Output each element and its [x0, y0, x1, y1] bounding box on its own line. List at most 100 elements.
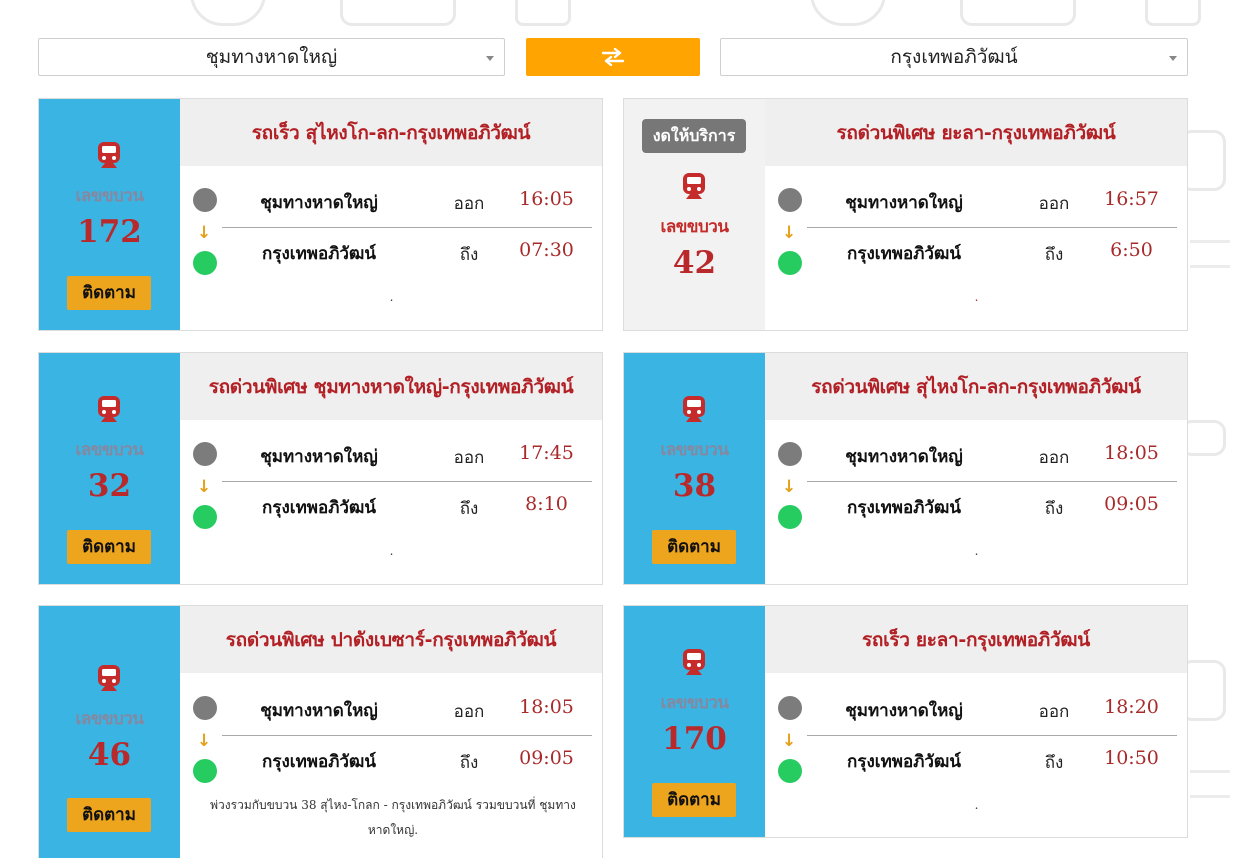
destination-station-select[interactable]: กรุงเทพอภิวัฒน์ [720, 38, 1188, 76]
origin-station: ชุมทางหาดใหญ่ [260, 447, 378, 467]
depart-time: 18:20 [1104, 696, 1159, 718]
arrow-down-icon: ↓ [197, 223, 212, 243]
train-note: . [389, 290, 394, 304]
train-number-panel: เลขขบวน 46 ติดตาม [39, 606, 180, 858]
follow-button[interactable]: ติดตาม [652, 783, 736, 817]
train-title: รถด่วนพิเศษ ปาดังเบซาร์-กรุงเทพอภิวัฒน์ [180, 606, 602, 673]
divider [222, 227, 592, 228]
arrow-down-icon: ↓ [782, 477, 797, 497]
destination-dot-icon [193, 251, 217, 275]
destination-station-value: กรุงเทพอภิวัฒน์ [890, 46, 1018, 68]
destination-station: กรุงเทพอภิวัฒน์ [847, 244, 961, 264]
train-number-panel: เลขขบวน 32 ติดตาม [39, 353, 180, 584]
origin-dot-icon [778, 188, 802, 212]
train-number: 172 [77, 214, 142, 250]
train-number: 42 [672, 245, 717, 281]
depart-label: ออก [453, 448, 485, 468]
origin-dot-icon [193, 188, 217, 212]
swap-stations-button[interactable] [526, 38, 700, 76]
origin-station: ชุมทางหาดใหญ่ [845, 447, 963, 467]
chevron-down-icon [1169, 56, 1177, 61]
depart-label: ออก [453, 194, 485, 214]
arrive-time: 8:10 [525, 493, 568, 515]
depart-label: ออก [453, 702, 485, 722]
arrive-time: 10:50 [1104, 747, 1159, 769]
destination-station: กรุงเทพอภิวัฒน์ [262, 498, 376, 518]
origin-station: ชุมทางหาดใหญ่ [260, 193, 378, 213]
arrive-time: 07:30 [519, 239, 574, 261]
origin-station-select[interactable]: ชุมทางหาดใหญ่ [38, 38, 505, 76]
divider [807, 481, 1177, 482]
depart-label: ออก [1038, 448, 1070, 468]
train-number-panel: เลขขบวน 172 ติดตาม [39, 99, 180, 330]
train-icon [98, 396, 120, 422]
train-card: เลขขบวน 46 ติดตาม รถด่วนพิเศษ ปาดังเบซาร… [38, 605, 603, 858]
train-number-panel: งดให้บริการ เลขขบวน 42 [624, 99, 765, 330]
destination-station: กรุงเทพอภิวัฒน์ [262, 752, 376, 772]
arrive-label: ถึง [1044, 753, 1064, 773]
origin-dot-icon [193, 696, 217, 720]
origin-station-value: ชุมทางหาดใหญ่ [205, 46, 338, 68]
train-card: เลขขบวน 38 ติดตาม รถด่วนพิเศษ สุไหงโก-ลก… [623, 352, 1188, 585]
arrive-label: ถึง [459, 753, 479, 773]
train-icon [683, 649, 705, 675]
origin-station: ชุมทางหาดใหญ่ [260, 701, 378, 721]
train-number-label: เลขขบวน [660, 217, 729, 237]
train-number-label: เลขขบวน [660, 440, 729, 460]
destination-dot-icon [193, 759, 217, 783]
train-icon [683, 396, 705, 422]
train-note: . [974, 544, 979, 558]
depart-time: 17:45 [519, 442, 574, 464]
origin-dot-icon [193, 442, 217, 466]
follow-button[interactable]: ติดตาม [67, 276, 151, 310]
origin-dot-icon [778, 696, 802, 720]
arrive-label: ถึง [459, 245, 479, 265]
origin-dot-icon [778, 442, 802, 466]
depart-label: ออก [1038, 194, 1070, 214]
destination-dot-icon [778, 505, 802, 529]
origin-station: ชุมทางหาดใหญ่ [845, 701, 963, 721]
train-title: รถเร็ว ยะลา-กรุงเทพอภิวัฒน์ [765, 606, 1187, 673]
divider [222, 481, 592, 482]
arrive-label: ถึง [1044, 499, 1064, 519]
swap-arrows-icon [601, 48, 625, 66]
depart-label: ออก [1038, 702, 1070, 722]
divider [807, 227, 1177, 228]
train-number-label: เลขขบวน [75, 709, 144, 729]
train-title: รถด่วนพิเศษ ยะลา-กรุงเทพอภิวัฒน์ [765, 99, 1187, 166]
train-note: . [974, 798, 979, 812]
chevron-down-icon [486, 56, 494, 61]
train-icon [98, 142, 120, 168]
arrive-time: 6:50 [1110, 239, 1153, 261]
follow-button[interactable]: ติดตาม [67, 530, 151, 564]
train-icon [98, 665, 120, 691]
arrive-time: 09:05 [519, 747, 574, 769]
train-title: รถด่วนพิเศษ สุไหงโก-ลก-กรุงเทพอภิวัฒน์ [765, 353, 1187, 420]
train-card: เลขขบวน 172 ติดตาม รถเร็ว สุไหงโก-ลก-กรุ… [38, 98, 603, 331]
train-number-label: เลขขบวน [75, 186, 144, 206]
arrow-down-icon: ↓ [197, 477, 212, 497]
train-note: พ่วงรวมกับขบวน 38 สุไหง-โกลก - กรุงเทพอภ… [210, 798, 576, 837]
destination-dot-icon [193, 505, 217, 529]
train-number: 46 [87, 737, 132, 773]
origin-station: ชุมทางหาดใหญ่ [845, 193, 963, 213]
arrow-down-icon: ↓ [782, 731, 797, 751]
depart-time: 16:05 [519, 188, 574, 210]
follow-button[interactable]: ติดตาม [652, 530, 736, 564]
destination-station: กรุงเทพอภิวัฒน์ [847, 498, 961, 518]
status-badge: งดให้บริการ [642, 119, 746, 153]
train-note: . [389, 544, 394, 558]
train-icon [683, 173, 705, 199]
train-title: รถเร็ว สุไหงโก-ลก-กรุงเทพอภิวัฒน์ [180, 99, 602, 166]
destination-station: กรุงเทพอภิวัฒน์ [847, 752, 961, 772]
arrow-down-icon: ↓ [782, 223, 797, 243]
train-number: 38 [672, 468, 717, 504]
train-number-panel: เลขขบวน 38 ติดตาม [624, 353, 765, 584]
destination-station: กรุงเทพอภิวัฒน์ [262, 244, 376, 264]
train-number-label: เลขขบวน [660, 693, 729, 713]
train-note: . [974, 290, 979, 304]
train-title: รถด่วนพิเศษ ชุมทางหาดใหญ่-กรุงเทพอภิวัฒน… [180, 353, 602, 420]
follow-button[interactable]: ติดตาม [67, 798, 151, 832]
divider [222, 735, 592, 736]
arrow-down-icon: ↓ [197, 731, 212, 751]
